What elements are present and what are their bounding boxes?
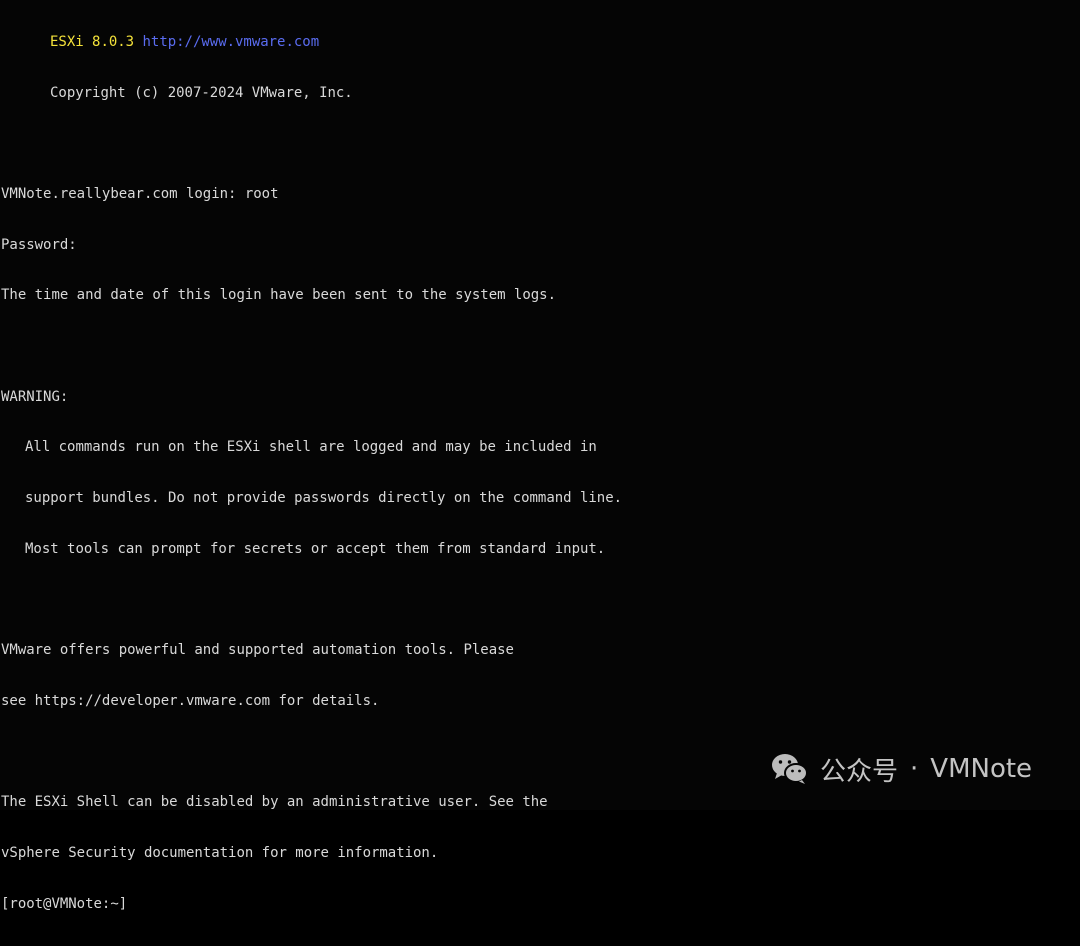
wechat-watermark: 公众号 · VMNote bbox=[770, 750, 1032, 788]
warning-title: WARNING: bbox=[1, 388, 69, 405]
warning-line: Most tools can prompt for secrets or acc… bbox=[25, 540, 606, 557]
warning-line: support bundles. Do not provide password… bbox=[25, 490, 623, 507]
shell-info-line: vSphere Security documentation for more … bbox=[1, 845, 439, 862]
esxi-shell-terminal[interactable]: ESXi 8.0.3 http://www.vmware.com Copyrig… bbox=[1, 0, 1071, 946]
automation-line: see https://developer.vmware.com for det… bbox=[1, 692, 380, 709]
product-version: ESXi 8.0.3 bbox=[50, 33, 135, 50]
login-prompt-line: VMNote.reallybear.com login: root bbox=[1, 185, 279, 202]
login-notice-line: The time and date of this login have bee… bbox=[1, 287, 556, 304]
watermark-label: 公众号 bbox=[820, 756, 899, 787]
automation-line: VMware offers powerful and supported aut… bbox=[1, 642, 514, 659]
watermark-account: VMNote bbox=[930, 754, 1033, 784]
wechat-icon bbox=[772, 754, 808, 784]
copyright-line: Copyright (c) 2007-2024 VMware, Inc. bbox=[50, 84, 353, 101]
password-prompt-line: Password: bbox=[1, 236, 77, 253]
watermark-separator: · bbox=[910, 754, 919, 784]
banner-line: ESXi 8.0.3 http://www.vmware.com bbox=[1, 34, 1071, 51]
shell-prompt[interactable]: [root@VMNote:~] bbox=[1, 896, 1071, 913]
vmware-url: http://www.vmware.com bbox=[142, 33, 320, 50]
warning-line: All commands run on the ESXi shell are l… bbox=[25, 439, 597, 456]
shell-info-line: The ESXi Shell can be disabled by an adm… bbox=[1, 794, 548, 811]
console-screen[interactable]: ESXi 8.0.3 http://www.vmware.com Copyrig… bbox=[0, 0, 1080, 912]
